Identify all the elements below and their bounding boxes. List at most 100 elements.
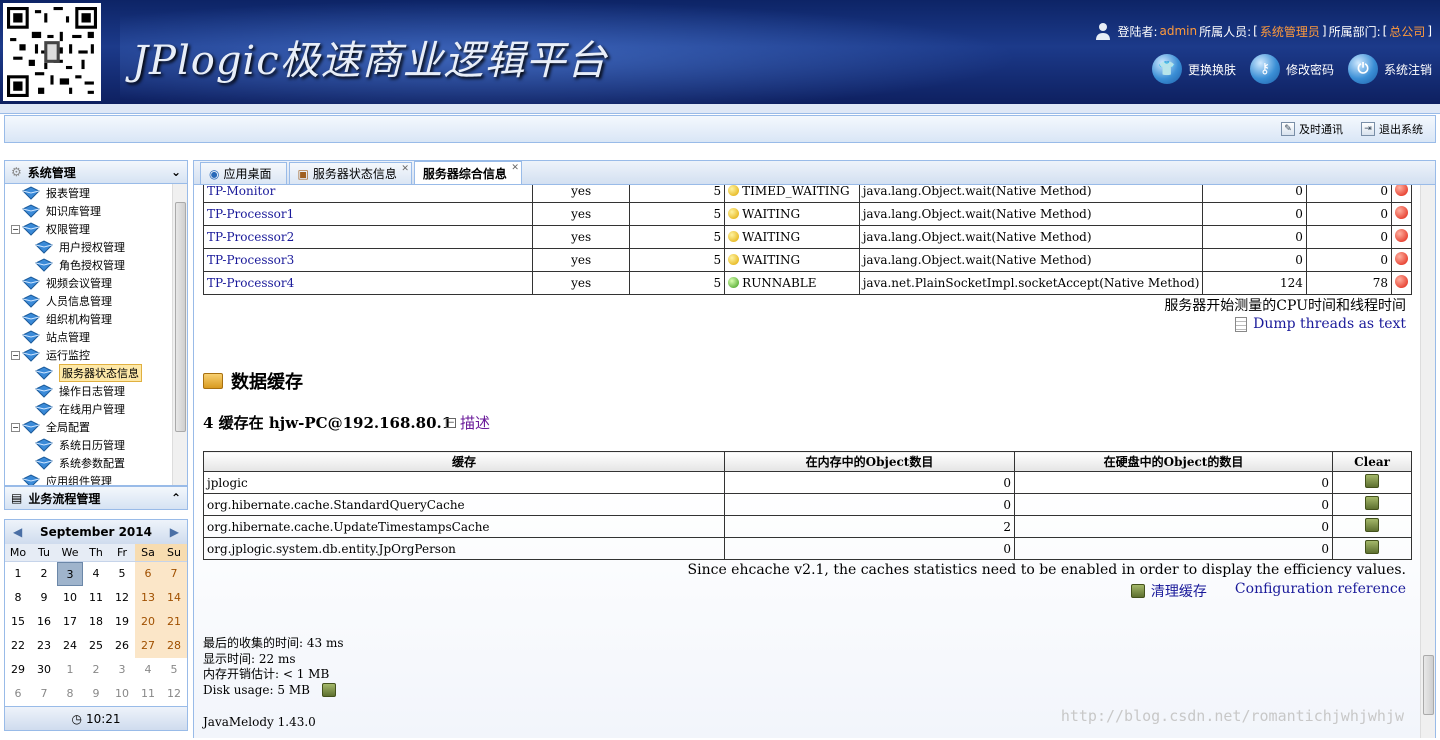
- change-password-button[interactable]: ⚷ 修改密码: [1249, 54, 1334, 84]
- sidebar-item[interactable]: 站点管理: [5, 328, 187, 346]
- calendar-day[interactable]: 10: [57, 586, 83, 610]
- kill-thread-icon[interactable]: [1395, 206, 1408, 219]
- clear-cache-trash-icon[interactable]: [1365, 540, 1379, 554]
- tab-server-overview[interactable]: 服务器综合信息 ✕: [413, 161, 522, 184]
- clear-cache-trash-icon[interactable]: [1365, 518, 1379, 532]
- calendar-day[interactable]: 27: [135, 634, 161, 658]
- thread-name-link[interactable]: TP-Processor1: [202, 202, 534, 226]
- sidebar-item[interactable]: − 全局配置: [5, 418, 187, 436]
- calendar-time-button[interactable]: ◷ 10:21: [5, 706, 187, 730]
- kill-thread-icon[interactable]: [1395, 185, 1408, 196]
- calendar-day[interactable]: 7: [31, 682, 57, 706]
- calendar-day[interactable]: 6: [135, 562, 161, 586]
- logout-button[interactable]: ⏻ 系统注销: [1347, 54, 1432, 84]
- cache-description-link[interactable]: − 描述: [446, 412, 490, 433]
- tree-expander-icon[interactable]: −: [11, 224, 20, 234]
- close-tab-icon[interactable]: ✕: [401, 164, 409, 174]
- calendar-day[interactable]: 21: [161, 610, 187, 634]
- calendar-day[interactable]: 12: [161, 682, 187, 706]
- calendar-day[interactable]: 20: [135, 610, 161, 634]
- workflow-panel-header[interactable]: ▤ 业务流程管理 ⌃: [4, 486, 188, 510]
- clear-caches-link[interactable]: 清理缓存: [1130, 581, 1207, 601]
- calendar-day[interactable]: 3: [109, 658, 135, 682]
- system-management-panel-header[interactable]: ⚙ 系统管理 ⌄: [4, 160, 188, 184]
- collapse-chevron-icon[interactable]: ⌄: [171, 165, 181, 179]
- sidebar-item[interactable]: 视频会议管理: [5, 274, 187, 292]
- sidebar-item[interactable]: − 运行监控: [5, 346, 187, 364]
- calendar-day[interactable]: 5: [109, 562, 135, 586]
- change-skin-button[interactable]: 👕 更换换肤: [1151, 54, 1236, 84]
- thread-name-link[interactable]: TP-Monitor: [202, 185, 534, 203]
- calendar-day[interactable]: 8: [57, 682, 83, 706]
- calendar-day[interactable]: 14: [161, 586, 187, 610]
- sidebar-item[interactable]: 人员信息管理: [5, 292, 187, 310]
- sidebar-item[interactable]: 服务器状态信息: [5, 364, 187, 382]
- dump-threads-link[interactable]: Dump threads as text: [1235, 316, 1406, 332]
- calendar-day[interactable]: 22: [5, 634, 31, 658]
- sidebar-item[interactable]: 组织机构管理: [5, 310, 187, 328]
- expand-chevron-icon[interactable]: ⌃: [171, 491, 181, 505]
- exit-system-button[interactable]: ⇥ 退出系统: [1361, 121, 1423, 137]
- config-reference-link[interactable]: Configuration reference: [1235, 581, 1406, 601]
- calendar-day[interactable]: 2: [31, 562, 57, 586]
- sidebar-item[interactable]: 报表管理: [5, 184, 187, 202]
- calendar-day[interactable]: 2: [83, 658, 109, 682]
- calendar-day[interactable]: 7: [161, 562, 187, 586]
- calendar-day[interactable]: 9: [31, 586, 57, 610]
- calendar-day[interactable]: 16: [31, 610, 57, 634]
- kill-thread-icon[interactable]: [1395, 252, 1408, 265]
- calendar-day[interactable]: 28: [161, 634, 187, 658]
- calendar-day[interactable]: 25: [83, 634, 109, 658]
- calendar-day[interactable]: 9: [83, 682, 109, 706]
- calendar-day[interactable]: 11: [83, 586, 109, 610]
- calendar-day[interactable]: 12: [109, 586, 135, 610]
- purge-disk-trash-icon[interactable]: [321, 683, 336, 698]
- content-scrollbar[interactable]: [1420, 185, 1435, 738]
- tab-app-desktop[interactable]: ◉ 应用桌面: [200, 162, 287, 184]
- tree-scrollbar[interactable]: [172, 184, 187, 485]
- calendar-day[interactable]: 13: [135, 586, 161, 610]
- next-month-icon[interactable]: ▶: [170, 525, 179, 539]
- calendar-day[interactable]: 1: [57, 658, 83, 682]
- calendar-day[interactable]: 18: [83, 610, 109, 634]
- calendar-day[interactable]: 8: [5, 586, 31, 610]
- calendar-day[interactable]: 1: [5, 562, 31, 586]
- thread-name-link[interactable]: TP-Processor2: [202, 225, 534, 249]
- calendar-day[interactable]: 4: [83, 562, 109, 586]
- header-splitter[interactable]: [0, 104, 1440, 114]
- thread-name-link[interactable]: TP-Processor4: [202, 271, 534, 295]
- tab-server-status[interactable]: ▣ 服务器状态信息 ✕: [288, 162, 412, 184]
- calendar-day[interactable]: 30: [31, 658, 57, 682]
- tree-scroll-thumb[interactable]: [175, 202, 186, 432]
- sidebar-item[interactable]: 用户授权管理: [5, 238, 187, 256]
- tree-expander-icon[interactable]: −: [11, 422, 20, 432]
- content-scroll-thumb[interactable]: [1423, 655, 1434, 715]
- sidebar-item[interactable]: 系统参数配置: [5, 454, 187, 472]
- sidebar-item[interactable]: 应用组件管理: [5, 472, 187, 485]
- kill-thread-icon[interactable]: [1395, 275, 1408, 288]
- calendar-day[interactable]: 3: [57, 562, 83, 586]
- sidebar-item[interactable]: 在线用户管理: [5, 400, 187, 418]
- calendar-day[interactable]: 11: [135, 682, 161, 706]
- calendar-day[interactable]: 15: [5, 610, 31, 634]
- calendar-day[interactable]: 19: [109, 610, 135, 634]
- calendar-day[interactable]: 26: [109, 634, 135, 658]
- tree-expander-icon[interactable]: −: [11, 350, 20, 360]
- clear-cache-trash-icon[interactable]: [1365, 474, 1379, 488]
- calendar-day[interactable]: 10: [109, 682, 135, 706]
- calendar-day[interactable]: 17: [57, 610, 83, 634]
- sidebar-item[interactable]: − 权限管理: [5, 220, 187, 238]
- sidebar-item[interactable]: 系统日历管理: [5, 436, 187, 454]
- calendar-day[interactable]: 24: [57, 634, 83, 658]
- calendar-day[interactable]: 4: [135, 658, 161, 682]
- sidebar-item[interactable]: 知识库管理: [5, 202, 187, 220]
- clear-cache-trash-icon[interactable]: [1365, 496, 1379, 510]
- sidebar-item[interactable]: 操作日志管理: [5, 382, 187, 400]
- kill-thread-icon[interactable]: [1395, 229, 1408, 242]
- calendar-day[interactable]: 29: [5, 658, 31, 682]
- calendar-day[interactable]: 5: [161, 658, 187, 682]
- close-tab-icon[interactable]: ✕: [511, 163, 519, 173]
- instant-message-button[interactable]: ✎ 及时通讯: [1281, 121, 1343, 137]
- calendar-day[interactable]: 6: [5, 682, 31, 706]
- thread-name-link[interactable]: TP-Processor3: [202, 248, 534, 272]
